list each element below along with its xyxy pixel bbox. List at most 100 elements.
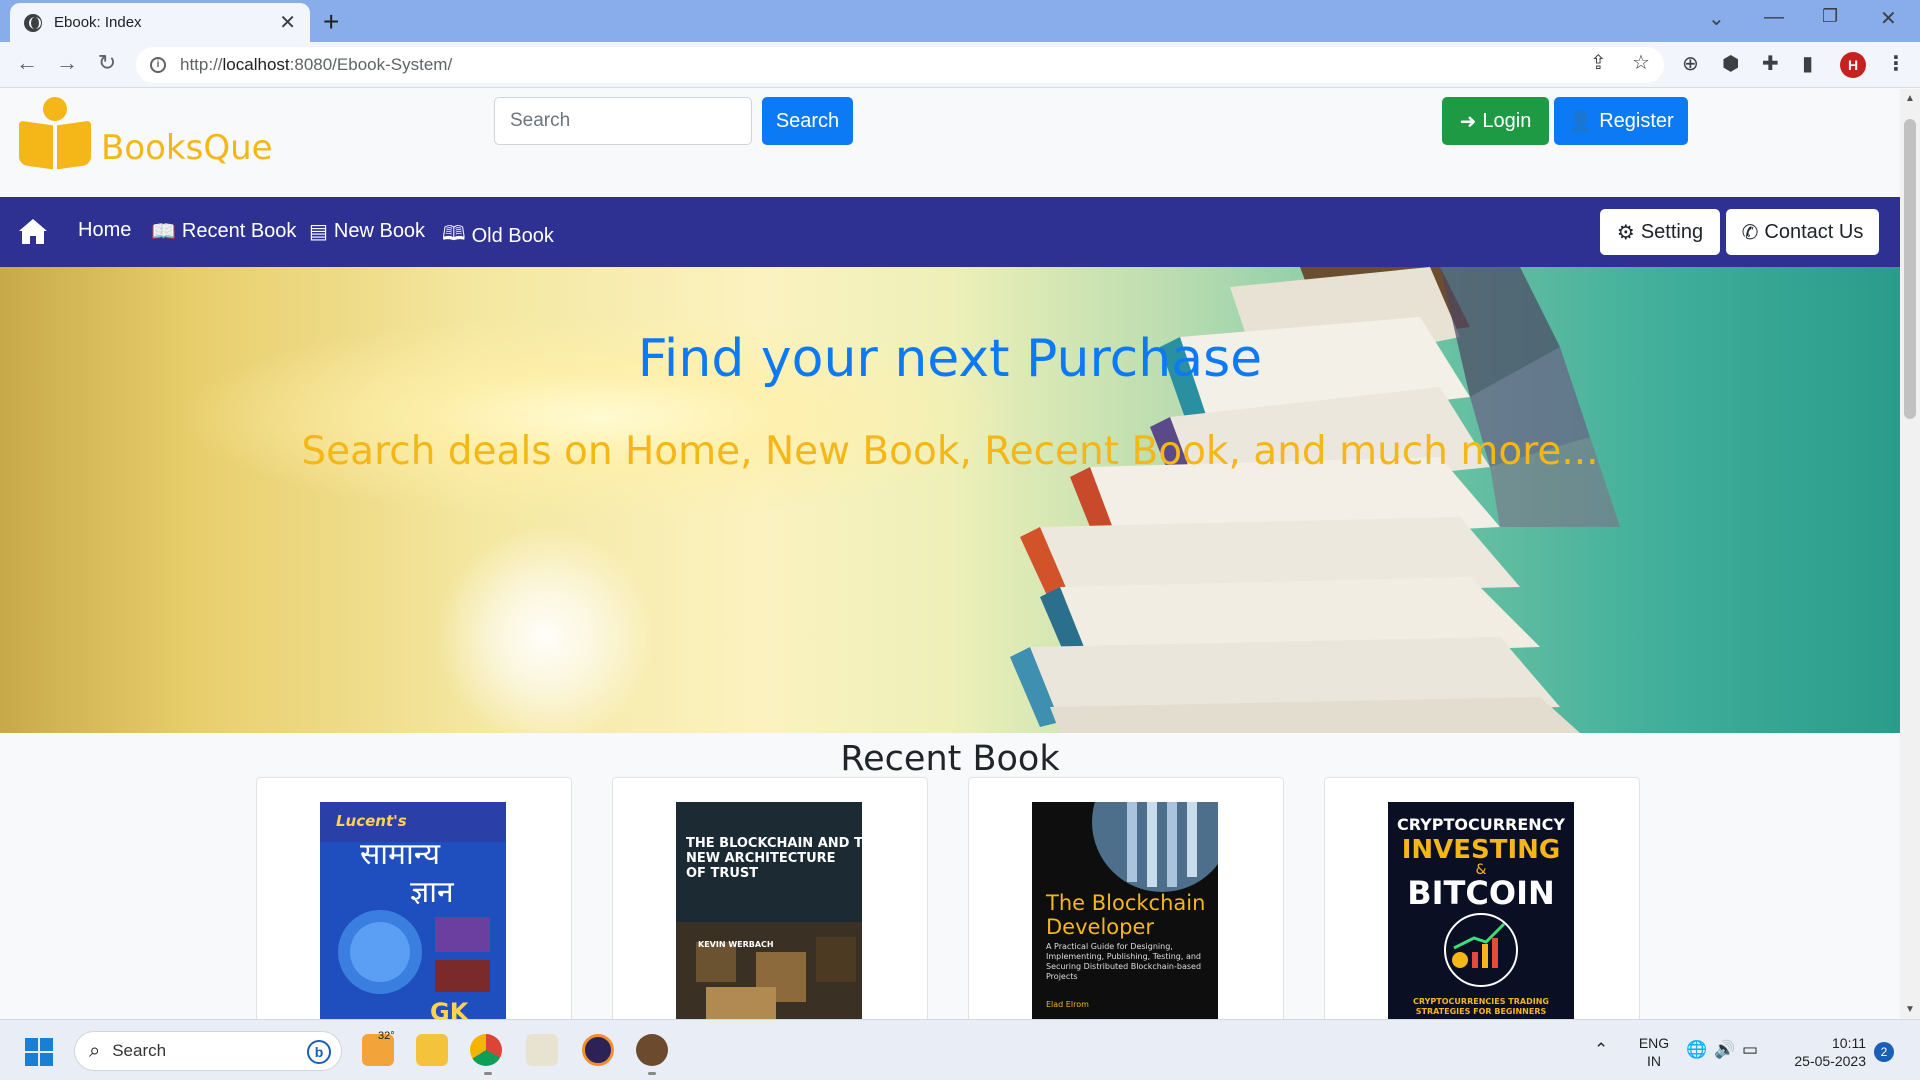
phone-icon: ✆ <box>1741 221 1759 244</box>
address-bar[interactable]: i http://localhost:8080/Ebook-System/ <box>136 47 1664 83</box>
book-cover-image: Lucent's सामान्य ज्ञान GK <box>320 802 506 1019</box>
minimize-button[interactable]: — <box>1764 6 1784 29</box>
notification-badge[interactable]: 2 <box>1874 1042 1894 1062</box>
cover-3-line-3: A Practical Guide for Designing, Impleme… <box>1046 942 1202 981</box>
language-region: IN <box>1647 1053 1661 1069</box>
gear-icon: ⚙ <box>1616 221 1635 244</box>
cover-1-line-2: सामान्य <box>360 837 441 872</box>
nav-new-book[interactable]: ▤ New Book <box>309 219 425 244</box>
site-header: BooksQue Search ➜ Login 👤 Register <box>0 89 1900 197</box>
user-plus-icon: 👤 <box>1568 110 1594 133</box>
volume-icon[interactable]: 🔊 <box>1714 1040 1735 1060</box>
profile-avatar[interactable]: H <box>1840 52 1866 78</box>
login-label: Login <box>1482 109 1532 132</box>
clock-date: 25-05-2023 <box>1794 1053 1866 1069</box>
cover-3-line-2: Developer <box>1046 915 1154 939</box>
setting-button[interactable]: ⚙ Setting <box>1600 209 1720 255</box>
forward-button[interactable]: → <box>52 50 82 76</box>
bing-icon[interactable]: b <box>307 1040 331 1064</box>
login-button[interactable]: ➜ Login <box>1442 97 1549 145</box>
reload-button[interactable]: ↻ <box>92 50 122 76</box>
nav-old-book[interactable]: 🕮 Old Book <box>442 219 554 253</box>
search-icon: ⌕ <box>89 1039 101 1062</box>
clock[interactable]: 10:11 25-05-2023 <box>1776 1034 1866 1070</box>
book-reader-icon: 🕮 <box>442 223 466 245</box>
page-scrollbar[interactable]: ▲ ▼ <box>1900 89 1920 1019</box>
nav-recent-book-label: Recent Book <box>181 220 297 242</box>
cover-1-line-4: GK <box>430 998 470 1019</box>
python-file-icon[interactable] <box>526 1034 558 1066</box>
browser-tab[interactable]: Ebook: Index ✕ <box>10 3 310 42</box>
contact-us-label: Contact Us <box>1764 220 1864 243</box>
cover-4-line-2: INVESTING <box>1402 835 1561 865</box>
book-open-icon: 📖 <box>151 221 176 243</box>
brand-logo[interactable]: BooksQue <box>19 97 273 170</box>
close-window-button[interactable]: ✕ <box>1880 6 1897 31</box>
clock-time: 10:11 <box>1832 1035 1866 1051</box>
hero-subtitle: Search deals on Home, New Book, Recent B… <box>301 429 1599 474</box>
network-icon[interactable]: 🌐 <box>1686 1040 1707 1060</box>
book-card[interactable]: THE BLOCKCHAIN AND THE NEW ARCHITECTURE … <box>612 777 928 1019</box>
nav-new-book-label: New Book <box>333 220 426 242</box>
weather-temperature: 32° <box>378 1030 395 1042</box>
search-input[interactable] <box>494 97 752 145</box>
nav-recent-book[interactable]: 📖 Recent Book <box>151 219 296 244</box>
book-cover-image: THE BLOCKCHAIN AND THE NEW ARCHITECTURE … <box>676 802 862 1019</box>
reader-logo-icon <box>19 97 91 170</box>
site-info-icon[interactable]: i <box>150 57 166 73</box>
bookmark-star-icon[interactable]: ☆ <box>1632 50 1650 75</box>
cover-4-line-1: CRYPTOCURRENCY <box>1397 815 1565 834</box>
main-navbar: Home 📖 Recent Book ▤ New Book 🕮 Old Book… <box>0 197 1900 267</box>
cover-1-line-1: Lucent's <box>336 812 407 830</box>
language-code: ENG <box>1638 1035 1670 1051</box>
new-tab-button[interactable]: + <box>323 6 339 38</box>
cover-4-line-4: BITCOIN <box>1407 874 1555 912</box>
book-card[interactable]: CRYPTOCURRENCY INVESTING & BITCOIN CRYPT… <box>1324 777 1640 1019</box>
cover-2-line-2: NEW ARCHITECTURE <box>686 851 836 866</box>
home-icon[interactable] <box>18 217 48 245</box>
tomcat-active-indicator <box>648 1072 656 1075</box>
contact-us-button[interactable]: ✆ Contact Us <box>1726 209 1879 255</box>
share-icon[interactable]: ⇪ <box>1590 50 1607 75</box>
scrollbar-thumb[interactable] <box>1904 119 1916 419</box>
brand-name: BooksQue <box>101 128 273 168</box>
browser-menu-icon[interactable]: ⋮ <box>1886 51 1906 76</box>
tomcat-icon[interactable] <box>636 1034 668 1066</box>
recent-book-heading: Recent Book <box>840 739 1060 779</box>
extension-hex-icon[interactable]: ⬢ <box>1722 51 1739 76</box>
chevron-up-icon[interactable]: ⌃ <box>1594 1040 1608 1060</box>
battery-icon[interactable]: ▭ <box>1742 1040 1758 1060</box>
tab-close-icon[interactable]: ✕ <box>279 10 296 35</box>
extensions-puzzle-icon[interactable]: ✚ <box>1762 51 1779 76</box>
scroll-down-icon[interactable]: ▼ <box>1905 1004 1915 1015</box>
cover-3-line-1: The Blockchain <box>1045 891 1205 915</box>
restore-button[interactable]: ❐ <box>1822 6 1838 27</box>
back-button[interactable]: ← <box>12 50 42 76</box>
url-host: localhost <box>222 55 290 74</box>
cover-1-line-3: ज्ञान <box>410 875 455 910</box>
register-button[interactable]: 👤 Register <box>1554 97 1688 145</box>
nav-old-book-label: Old Book <box>471 224 554 247</box>
taskbar: ⌕ Search b 32° ⌃ ENG IN 🌐 🔊 ▭ 10:11 25-0… <box>0 1019 1920 1080</box>
side-panel-icon[interactable]: ▮ <box>1802 51 1813 76</box>
eclipse-icon[interactable] <box>582 1034 614 1066</box>
language-indicator[interactable]: ENG IN <box>1636 1034 1672 1070</box>
book-cover-image: The Blockchain Developer A Practical Gui… <box>1032 802 1218 1019</box>
cover-2-line-4: KEVIN WERBACH <box>698 940 774 949</box>
scroll-up-icon[interactable]: ▲ <box>1905 93 1915 104</box>
book-card[interactable]: The Blockchain Developer A Practical Gui… <box>968 777 1284 1019</box>
taskbar-search-label: Search <box>112 1041 167 1060</box>
windows-start-icon[interactable] <box>25 1038 53 1066</box>
taskbar-search[interactable]: ⌕ Search b <box>74 1031 342 1071</box>
tab-title: Ebook: Index <box>54 14 142 31</box>
hero-title: Find your next Purchase <box>637 329 1263 389</box>
book-card[interactable]: Lucent's सामान्य ज्ञान GK <box>256 777 572 1019</box>
chrome-active-indicator <box>484 1072 492 1075</box>
file-explorer-icon[interactable] <box>416 1034 448 1066</box>
nav-home[interactable]: Home <box>78 219 131 242</box>
page-viewport: BooksQue Search ➜ Login 👤 Register Home … <box>0 89 1900 1019</box>
search-button[interactable]: Search <box>762 97 853 145</box>
extension-plus-icon[interactable]: ⊕ <box>1682 51 1699 76</box>
tab-search-icon[interactable]: ⌄ <box>1708 6 1725 31</box>
chrome-icon[interactable] <box>470 1034 502 1066</box>
